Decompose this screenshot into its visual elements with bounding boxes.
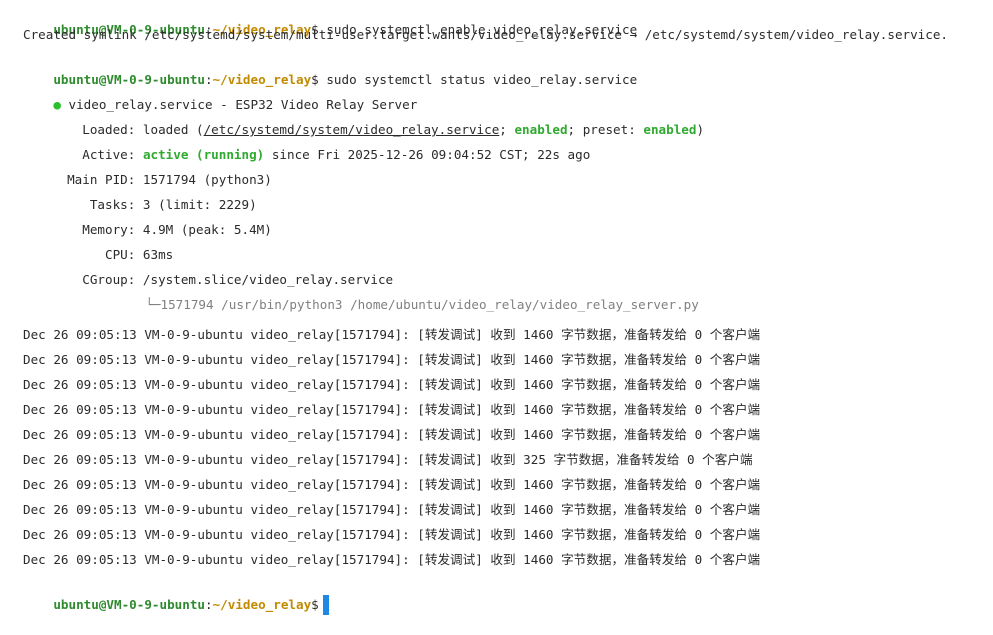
log-line: Dec 26 09:05:13 VM-0-9-ubuntu video_rela… (23, 377, 761, 392)
prompt-dollar: $ (311, 597, 319, 612)
loaded-preset-value: enabled (643, 122, 697, 137)
status-cpu: CPU: 63ms (23, 225, 173, 262)
log-line: Dec 26 09:05:13 VM-0-9-ubuntu video_rela… (23, 327, 761, 342)
tree-branch-icon: └─ (145, 297, 161, 312)
log-line: Dec 26 09:05:13 VM-0-9-ubuntu video_rela… (23, 552, 761, 567)
log-line: Dec 26 09:05:13 VM-0-9-ubuntu video_rela… (23, 477, 761, 492)
log-line: Dec 26 09:05:13 VM-0-9-ubuntu video_rela… (23, 352, 761, 367)
log-line: Dec 26 09:05:13 VM-0-9-ubuntu video_rela… (23, 527, 761, 542)
log-line: Dec 26 09:05:13 VM-0-9-ubuntu video_rela… (23, 427, 761, 442)
loaded-close: ) (696, 122, 705, 137)
prompt-colon: : (205, 597, 213, 612)
symlink-output: Created symlink /etc/systemd/system/mult… (23, 27, 949, 42)
cgroup-process: └─1571794 /usr/bin/python3 /home/ubuntu/… (115, 275, 699, 312)
status-tasks: Tasks: 3 (limit: 2229) (23, 175, 257, 212)
prompt-line-current[interactable]: ubuntu@VM-0-9-ubuntu:~/video_relay$ (23, 575, 329, 615)
prompt-user-host: ubuntu@VM-0-9-ubuntu (53, 597, 205, 612)
status-active: Active: active (running) since Fri 2025-… (23, 125, 590, 162)
service-header: ● video_relay.service - ESP32 Video Rela… (23, 75, 417, 112)
prompt-line-enable: ubuntu@VM-0-9-ubuntu:~/video_relay$ sudo… (23, 0, 637, 37)
active-since: since Fri 2025-12-26 09:04:52 CST; 22s a… (264, 147, 591, 162)
status-cgroup: CGroup: /system.slice/video_relay.servic… (23, 250, 393, 287)
status-mainpid: Main PID: 1571794 (python3) (23, 150, 272, 187)
status-memory: Memory: 4.9M (peak: 5.4M) (23, 200, 272, 237)
prompt-path: ~/video_relay (212, 597, 312, 612)
process-command: 1571794 /usr/bin/python3 /home/ubuntu/vi… (160, 297, 699, 312)
log-line: Dec 26 09:05:13 VM-0-9-ubuntu video_rela… (23, 502, 761, 517)
log-line: Dec 26 09:05:13 VM-0-9-ubuntu video_rela… (23, 402, 761, 417)
terminal-window[interactable]: ubuntu@VM-0-9-ubuntu:~/video_relay$ sudo… (0, 0, 993, 615)
prompt-line-status: ubuntu@VM-0-9-ubuntu:~/video_relay$ sudo… (23, 50, 637, 87)
status-loaded: Loaded: loaded (/etc/systemd/system/vide… (23, 100, 704, 137)
log-line: Dec 26 09:05:13 VM-0-9-ubuntu video_rela… (23, 452, 753, 467)
text-cursor[interactable] (322, 595, 329, 615)
